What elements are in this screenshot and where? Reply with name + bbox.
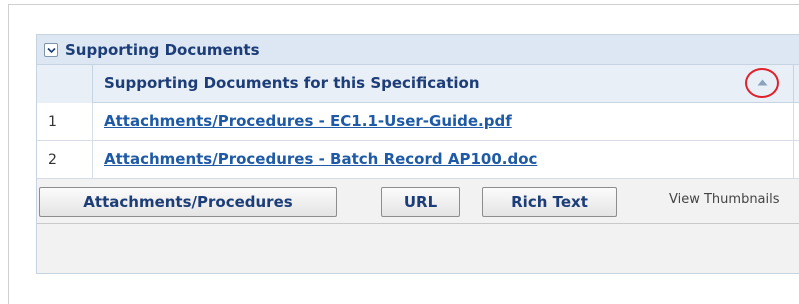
row-number: 1 — [37, 103, 93, 140]
collapse-button[interactable] — [44, 43, 58, 57]
column-divider — [793, 103, 794, 140]
attachments-procedures-button[interactable]: Attachments/Procedures — [39, 187, 337, 217]
column-divider — [793, 141, 794, 178]
row-number: 2 — [37, 141, 93, 178]
rich-text-button[interactable]: Rich Text — [482, 187, 617, 217]
document-link[interactable]: Attachments/Procedures - Batch Record AP… — [104, 150, 537, 168]
sort-ascending-icon — [757, 79, 768, 86]
table-header: Supporting Documents for this Specificat… — [37, 65, 799, 103]
sort-button[interactable] — [745, 68, 779, 98]
supporting-documents-panel: Supporting Documents Supporting Document… — [36, 34, 799, 274]
column-header-documents[interactable]: Supporting Documents for this Specificat… — [104, 74, 480, 92]
panel-title: Supporting Documents — [65, 41, 260, 59]
url-button[interactable]: URL — [381, 187, 460, 217]
row-number-header — [37, 65, 93, 103]
table-row: 1 Attachments/Procedures - EC1.1-User-Gu… — [37, 103, 799, 141]
panel-toolbar: Attachments/Procedures URL Rich Text Vie… — [37, 179, 799, 273]
toolbar-divider — [37, 223, 799, 224]
column-divider — [793, 65, 794, 103]
chevron-down-icon — [47, 47, 56, 54]
document-link[interactable]: Attachments/Procedures - EC1.1-User-Guid… — [104, 112, 512, 130]
view-thumbnails-label[interactable]: View Thumbnails — [669, 192, 780, 207]
panel-header: Supporting Documents — [37, 35, 799, 65]
table-row: 2 Attachments/Procedures - Batch Record … — [37, 141, 799, 179]
